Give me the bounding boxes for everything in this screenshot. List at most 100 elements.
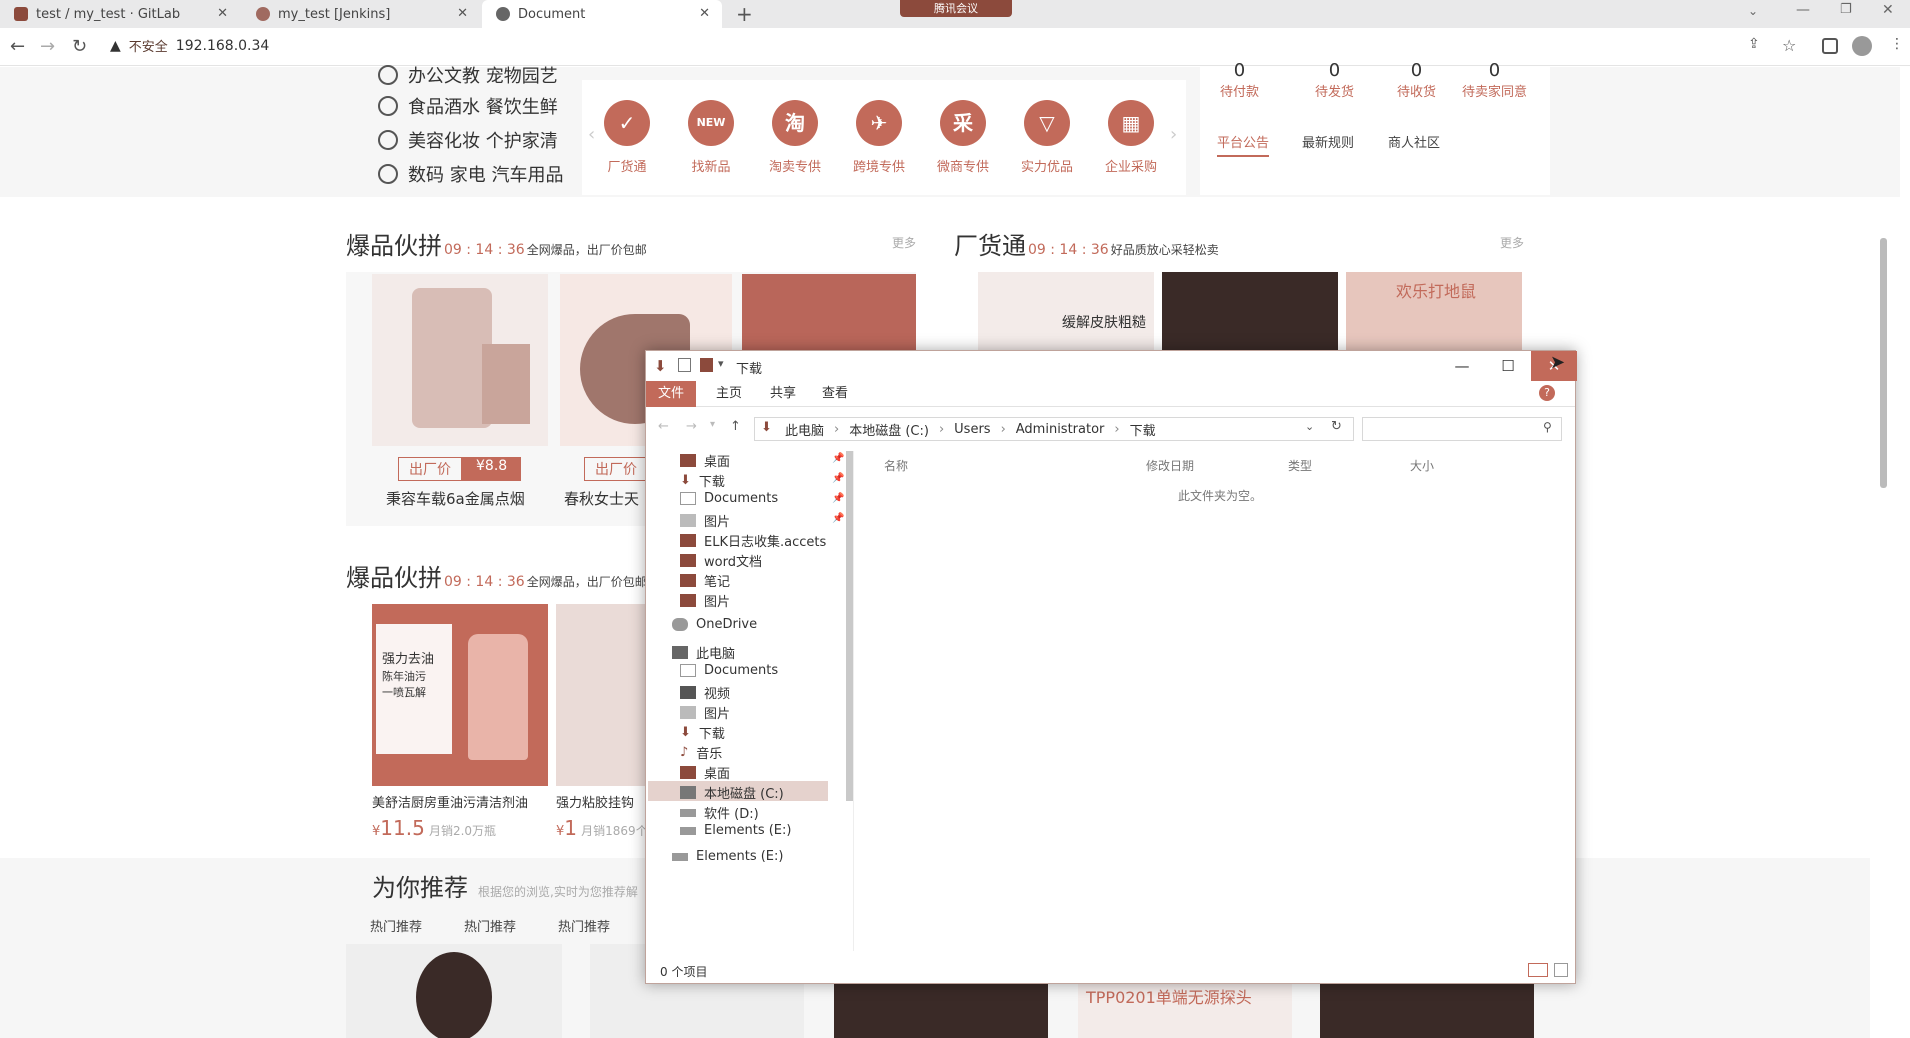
ribbon-tab-home[interactable]: 主页	[704, 381, 754, 407]
avatar[interactable]	[1852, 36, 1872, 56]
recommend-tab[interactable]: 热门推荐	[464, 916, 516, 935]
breadcrumb-item[interactable]: 此电脑	[785, 420, 824, 439]
up-icon[interactable]: ↑	[730, 419, 741, 434]
quick-link-quality[interactable]: ▽ 实力优品	[1005, 100, 1089, 175]
share-icon[interactable]: ⇪	[1748, 36, 1760, 52]
nav-item[interactable]: Documents	[680, 491, 778, 506]
ribbon-tab-share[interactable]: 共享	[758, 381, 808, 407]
tab-jenkins[interactable]: my_test [Jenkins] ✕	[242, 0, 480, 28]
nav-item[interactable]: 桌面	[680, 451, 730, 470]
minimize-button[interactable]: —	[1796, 2, 1810, 18]
ribbon-tab-view[interactable]: 查看	[810, 381, 860, 407]
quick-link-taobao[interactable]: 淘淘卖专供	[753, 100, 837, 175]
product-image[interactable]	[556, 604, 646, 786]
nav-item[interactable]: Documents	[680, 663, 778, 678]
stat-pending-ship[interactable]: 0 待发货	[1315, 60, 1354, 100]
nav-item-selected[interactable]: 本地磁盘 (C:)	[680, 783, 784, 802]
nav-item[interactable]: 图片	[680, 591, 730, 610]
search-input[interactable]: ⚲	[1362, 417, 1562, 441]
minimize-button[interactable]: —	[1439, 351, 1485, 381]
close-icon[interactable]: ✕	[699, 6, 710, 21]
refresh-icon[interactable]: ↻	[1331, 419, 1342, 434]
chevron-down-icon[interactable]: ⌄	[1305, 420, 1314, 433]
nav-item-this-pc[interactable]: 此电脑	[672, 643, 735, 662]
recommend-image[interactable]: TPP0201单端无源探头	[1078, 984, 1292, 1038]
close-icon[interactable]: ✕	[217, 6, 228, 21]
column-header-type[interactable]: 类型	[1288, 457, 1312, 474]
recommend-image[interactable]	[834, 984, 1048, 1038]
column-header-modified[interactable]: 修改日期	[1146, 457, 1194, 474]
nav-item[interactable]: word文档	[680, 551, 762, 570]
nav-item[interactable]: 桌面	[680, 763, 730, 782]
forward-icon[interactable]: →	[40, 36, 55, 57]
quick-link-wechat[interactable]: 采微商专供	[921, 100, 1005, 175]
maximize-button[interactable]: ☐	[1485, 351, 1531, 381]
sidebar-icon[interactable]	[1822, 38, 1838, 54]
product-image[interactable]: 强力去油 陈年油污 一喷瓦解	[372, 604, 548, 786]
recommend-image[interactable]	[346, 944, 562, 1038]
category-item[interactable]: 食品酒水 餐饮生鲜	[378, 93, 558, 119]
url-field[interactable]: ▲ 不安全 192.168.0.34	[110, 36, 269, 56]
category-item[interactable]: 办公文教 宠物园艺	[378, 62, 558, 88]
breadcrumb-item[interactable]: Users	[954, 422, 990, 437]
recent-dropdown-icon[interactable]: ▾	[710, 419, 715, 430]
product-image[interactable]	[372, 274, 548, 446]
back-icon[interactable]: ←	[10, 36, 25, 57]
tab-rules[interactable]: 最新规则	[1302, 132, 1354, 151]
nav-item[interactable]: ELK日志收集.accets	[680, 531, 826, 550]
quick-access-dropdown-icon[interactable]: ▾	[718, 357, 724, 370]
close-window-button[interactable]: ✕	[1882, 2, 1894, 18]
category-item[interactable]: 数码 家电 汽车用品	[378, 161, 563, 187]
product-name[interactable]: 强力粘胶挂钩	[556, 792, 634, 811]
nav-item[interactable]: Elements (E:)	[672, 849, 783, 864]
more-link[interactable]: 更多	[892, 234, 916, 251]
product-name[interactable]: 美舒洁厨房重油污清洁剂油	[372, 792, 528, 811]
more-link[interactable]: 更多	[1500, 234, 1524, 251]
product-image[interactable]: 欢乐打地鼠	[1346, 272, 1522, 350]
nav-item[interactable]: 笔记	[680, 571, 730, 590]
page-scrollbar[interactable]	[1880, 238, 1887, 488]
nav-item[interactable]: ⬇ 下载	[680, 723, 725, 742]
nav-item[interactable]: ⬇ 下载	[680, 471, 725, 490]
stat-pending-payment[interactable]: 0 待付款	[1220, 60, 1259, 100]
restore-button[interactable]: ❐	[1840, 2, 1852, 17]
nav-item[interactable]: 图片	[680, 703, 730, 722]
help-icon[interactable]: ?	[1539, 385, 1555, 401]
product-image[interactable]	[1162, 272, 1338, 350]
tab-announcement[interactable]: 平台公告	[1217, 132, 1270, 157]
recommend-tab[interactable]: 热门推荐	[370, 916, 422, 935]
new-folder-icon[interactable]	[700, 358, 713, 372]
breadcrumb-item[interactable]: Administrator	[1016, 422, 1105, 437]
tab-document[interactable]: Document ✕	[482, 0, 722, 28]
new-tab-button[interactable]: +	[736, 2, 753, 26]
breadcrumb-item[interactable]: 本地磁盘 (C:)	[849, 420, 929, 439]
product-name[interactable]: 春秋女士天	[564, 488, 639, 509]
nav-item[interactable]: ♪ 音乐	[680, 743, 722, 762]
reload-icon[interactable]: ↻	[72, 36, 87, 57]
details-view-icon[interactable]	[1528, 963, 1548, 977]
column-header-size[interactable]: 大小	[1410, 457, 1434, 474]
quick-link-enterprise[interactable]: ▦ 企业采购	[1089, 100, 1173, 175]
product-image[interactable]: 缓解皮肤粗糙	[978, 272, 1154, 350]
address-breadcrumb[interactable]: ⬇ 此电脑 › 本地磁盘 (C:) › Users › Administrator › …	[754, 417, 1354, 441]
menu-icon[interactable]: ⋮	[1890, 36, 1904, 52]
nav-scrollbar[interactable]	[846, 451, 853, 801]
category-item[interactable]: 美容化妆 个护家清	[378, 127, 558, 153]
nav-item[interactable]: 图片	[680, 511, 730, 530]
quick-link-new[interactable]: NEW 找新品	[669, 100, 753, 175]
nav-item-onedrive[interactable]: OneDrive	[672, 617, 757, 632]
quick-link-crossborder[interactable]: ✈ 跨境专供	[837, 100, 921, 175]
properties-icon[interactable]	[678, 358, 691, 372]
meeting-badge[interactable]: 腾讯会议	[900, 0, 1012, 17]
nav-item[interactable]: Elements (E:)	[680, 823, 791, 838]
product-name[interactable]: 秉容车载6a金属点烟	[386, 488, 525, 509]
star-icon[interactable]: ☆	[1782, 36, 1796, 55]
forward-icon[interactable]: →	[686, 419, 697, 434]
stat-pending-agree[interactable]: 0 待卖家同意	[1462, 60, 1527, 100]
column-header-name[interactable]: 名称	[884, 457, 908, 474]
chevron-down-icon[interactable]: ⌄	[1748, 4, 1758, 18]
close-icon[interactable]: ✕	[457, 6, 468, 21]
breadcrumb-item[interactable]: 下载	[1130, 420, 1156, 439]
large-icons-view-icon[interactable]	[1554, 963, 1568, 977]
nav-item[interactable]: 视频	[680, 683, 730, 702]
